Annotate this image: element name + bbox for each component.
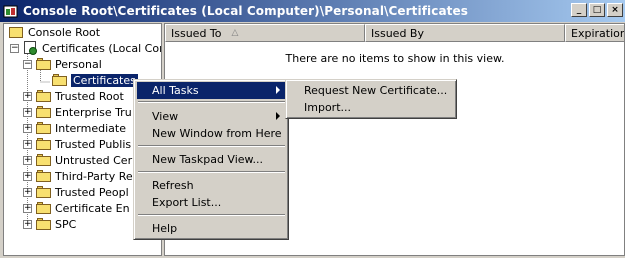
expand-toggle[interactable]: + bbox=[23, 107, 32, 117]
menu-item-label: Help bbox=[152, 222, 178, 235]
folder-icon bbox=[36, 202, 52, 214]
tree-item-label: Certificate En bbox=[55, 201, 130, 215]
menu-item-refresh[interactable]: Refresh bbox=[137, 177, 286, 194]
tree-item-label: Enterprise Tru bbox=[55, 105, 132, 119]
collapse-toggle[interactable]: − bbox=[23, 59, 32, 69]
tree-item-untrusted-certificates[interactable]: + Untrusted Cer bbox=[23, 152, 132, 168]
all-tasks-submenu: Request New Certificate... Import... bbox=[285, 79, 457, 119]
folder-icon bbox=[36, 154, 52, 166]
tree-item-label: Console Root bbox=[28, 25, 101, 39]
tree-item-label: Certificates bbox=[70, 72, 139, 88]
tree-item-third-party-root[interactable]: + Third-Party Re bbox=[23, 168, 133, 184]
tree-item-certificate-enrollment[interactable]: + Certificate En bbox=[23, 200, 130, 216]
expand-toggle[interactable]: + bbox=[23, 139, 32, 149]
folder-icon bbox=[36, 58, 52, 70]
column-label: Issued To bbox=[171, 26, 222, 40]
tree-item-spc[interactable]: + SPC bbox=[23, 216, 76, 232]
expand-toggle[interactable]: + bbox=[23, 123, 32, 133]
column-header-issued-to[interactable]: Issued To △ bbox=[165, 24, 365, 42]
tree-item-label: Untrusted Cer bbox=[55, 153, 133, 167]
column-label: Expiration D bbox=[571, 26, 625, 40]
folder-icon bbox=[36, 90, 52, 102]
restore-button[interactable]: □ bbox=[589, 3, 605, 17]
menu-separator bbox=[138, 214, 285, 216]
menu-item-all-tasks[interactable]: All Tasks bbox=[137, 82, 286, 99]
folder-icon bbox=[36, 106, 52, 118]
list-header: Issued To △ Issued By Expiration D bbox=[165, 24, 625, 42]
folder-icon bbox=[36, 122, 52, 134]
menu-item-new-window-from-here[interactable]: New Window from Here bbox=[137, 125, 286, 142]
tree-item-personal[interactable]: − Personal bbox=[23, 56, 102, 72]
menu-separator bbox=[138, 171, 285, 173]
column-header-expiration-date[interactable]: Expiration D bbox=[565, 24, 625, 42]
tree-item-personal-certificates[interactable]: Certificates bbox=[52, 72, 139, 88]
menu-item-label: All Tasks bbox=[152, 84, 199, 97]
tree-item-trusted-publishers[interactable]: + Trusted Publis bbox=[23, 136, 131, 152]
folder-icon bbox=[36, 170, 52, 182]
tree-item-label: Trusted Root bbox=[55, 89, 124, 103]
expand-toggle[interactable]: + bbox=[23, 203, 32, 213]
tree-item-trusted-root[interactable]: + Trusted Root bbox=[23, 88, 124, 104]
menu-item-label: Request New Certificate... bbox=[304, 84, 448, 97]
menu-item-export-list[interactable]: Export List... bbox=[137, 194, 286, 211]
submenu-arrow-icon bbox=[276, 86, 280, 94]
sort-ascending-icon: △ bbox=[231, 28, 239, 38]
menu-item-import[interactable]: Import... bbox=[289, 99, 454, 116]
tree-item-intermediate[interactable]: + Intermediate bbox=[23, 120, 126, 136]
folder-icon bbox=[36, 186, 52, 198]
tree-item-console-root[interactable]: Console Root bbox=[9, 24, 100, 40]
empty-view-message: There are no items to show in this view. bbox=[285, 52, 505, 65]
menu-separator bbox=[138, 145, 285, 147]
context-menu: All Tasks View New Window from Here New … bbox=[133, 79, 289, 240]
tree-item-label: Trusted Publis bbox=[55, 137, 132, 151]
menu-item-label: Import... bbox=[304, 101, 351, 114]
folder-icon bbox=[36, 218, 52, 230]
column-label: Issued By bbox=[371, 26, 424, 40]
tree-item-enterprise-trust[interactable]: + Enterprise Tru bbox=[23, 104, 132, 120]
menu-item-help[interactable]: Help bbox=[137, 220, 286, 237]
tree-item-label: SPC bbox=[55, 217, 77, 231]
expand-toggle[interactable]: + bbox=[23, 171, 32, 181]
window-controls: _ □ × bbox=[571, 3, 623, 17]
tree-item-label: Third-Party Re bbox=[55, 169, 133, 183]
tree-item-label: Certificates (Local Com bbox=[42, 41, 162, 55]
tree-item-label: Personal bbox=[55, 57, 102, 71]
menu-item-label: Refresh bbox=[152, 179, 194, 192]
menu-item-label: New Taskpad View... bbox=[152, 153, 264, 166]
expand-toggle[interactable]: + bbox=[23, 187, 32, 197]
menu-separator bbox=[138, 101, 285, 103]
expand-toggle[interactable]: + bbox=[23, 219, 32, 229]
submenu-arrow-icon bbox=[276, 112, 280, 120]
menu-item-label: Export List... bbox=[152, 196, 222, 209]
menu-item-new-taskpad-view[interactable]: New Taskpad View... bbox=[137, 151, 286, 168]
collapse-toggle[interactable]: − bbox=[10, 43, 19, 53]
menu-item-label: View bbox=[152, 110, 179, 123]
window-title: Console Root\Certificates (Local Compute… bbox=[23, 4, 468, 18]
folder-open-icon bbox=[52, 74, 68, 86]
console-root-icon bbox=[9, 25, 25, 39]
menu-item-view[interactable]: View bbox=[137, 108, 286, 125]
menu-item-label: New Window from Here bbox=[152, 127, 282, 140]
tree-item-trusted-people[interactable]: + Trusted Peopl bbox=[23, 184, 129, 200]
certificate-snapin-icon bbox=[23, 41, 39, 55]
expand-toggle[interactable]: + bbox=[23, 91, 32, 101]
mmc-app-icon[interactable] bbox=[3, 3, 19, 19]
expand-toggle[interactable]: + bbox=[23, 155, 32, 165]
column-header-issued-by[interactable]: Issued By bbox=[365, 24, 565, 42]
minimize-button[interactable]: _ bbox=[571, 3, 587, 17]
tree-item-certificates-local-computer[interactable]: − Certificates (Local Com bbox=[10, 40, 162, 56]
folder-icon bbox=[36, 138, 52, 150]
tree-item-label: Intermediate bbox=[55, 121, 126, 135]
menu-item-request-new-certificate[interactable]: Request New Certificate... bbox=[289, 82, 454, 99]
title-bar: Console Root\Certificates (Local Compute… bbox=[0, 0, 625, 22]
close-button[interactable]: × bbox=[607, 3, 623, 17]
tree-item-label: Trusted Peopl bbox=[55, 185, 129, 199]
